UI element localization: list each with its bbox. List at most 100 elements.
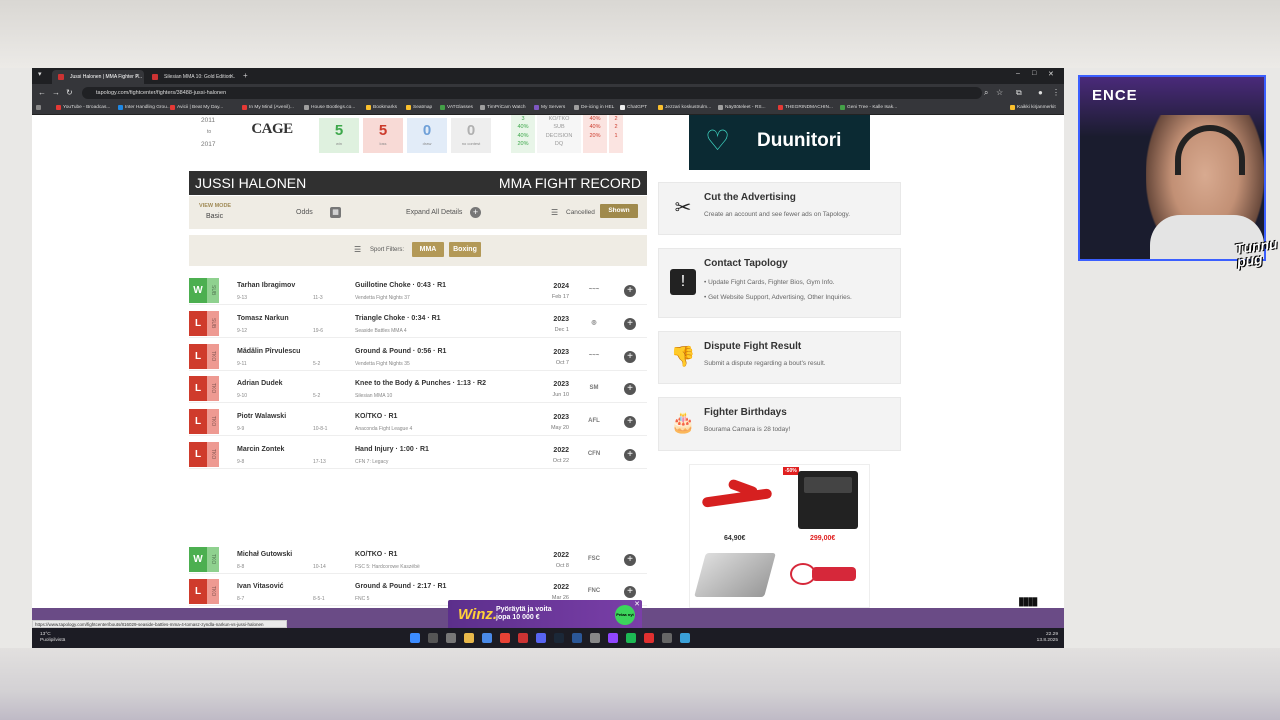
event-link[interactable]: Vendetta Fight Nights 35 [355, 361, 410, 367]
bookmark-geni-tree[interactable]: Geni Tree - Kalle Isak... [840, 105, 897, 110]
bookmark-jezzari[interactable]: Jezzari koskustrulm... [658, 105, 711, 110]
dispute-result-card[interactable]: 👎 Dispute Fight Result Submit a dispute … [658, 331, 901, 384]
bookmark-chatgpt[interactable]: ChatGPT [620, 105, 647, 110]
fight-result-link[interactable]: Guillotine Choke · 0:43 · R1 [355, 282, 446, 289]
promotion-logo-icon[interactable]: FNC [585, 583, 603, 599]
pipe-cutter-image[interactable] [698, 478, 776, 517]
promotion-logo-icon[interactable]: ~~~ [585, 348, 603, 364]
event-link[interactable]: Anaconda Fight League 4 [355, 426, 412, 432]
fight-row[interactable]: L TKO Adrian Dudek 9-10 5-2 Knee to the … [189, 374, 647, 403]
task-view-icon[interactable] [446, 633, 456, 643]
opponent-link[interactable]: Adrian Dudek [237, 380, 283, 387]
minimize-icon[interactable]: – [1016, 70, 1020, 77]
shop-ad[interactable]: -50% 64,90€ 299,00€ [689, 464, 870, 608]
duunitori-ad[interactable]: ♡ Duunitori [689, 115, 870, 170]
expand-plus-icon[interactable]: + [470, 207, 481, 218]
expand-fight-icon[interactable]: + [624, 449, 636, 461]
promotion-logo-icon[interactable]: AFL [585, 413, 603, 429]
system-clock[interactable]: 22.29 13.8.2025 [1037, 632, 1058, 643]
chrome-icon[interactable] [500, 633, 510, 643]
card-title[interactable]: Fighter Birthdays [704, 407, 787, 418]
opponent-link[interactable]: Michał Gutowski [237, 551, 292, 558]
fight-result-link[interactable]: Triangle Choke · 0:34 · R1 [355, 315, 441, 322]
app-icon[interactable] [590, 633, 600, 643]
promotion-logo-icon[interactable]: SM [585, 380, 603, 396]
event-link[interactable]: Seaside Battles MMA 4 [355, 328, 407, 334]
expand-fight-icon[interactable]: + [624, 383, 636, 395]
back-icon[interactable]: ← [38, 88, 46, 97]
all-bookmarks-folder[interactable]: Kaikki kirjanmerkit [1010, 105, 1056, 110]
file-explorer-icon[interactable] [464, 633, 474, 643]
sport-filter-boxing[interactable]: Boxing [449, 242, 481, 257]
close-window-icon[interactable]: ✕ [1048, 70, 1054, 78]
start-menu-icon[interactable] [410, 633, 420, 643]
fight-result-link[interactable]: Hand Injury · 1:00 · R1 [355, 446, 429, 453]
weather-widget[interactable]: 13°C Puolipilvistä [40, 632, 65, 643]
opponent-link[interactable]: Piotr Walawski [237, 413, 286, 420]
url-input[interactable]: tapology.com/fightcenter/fighters/38488-… [82, 87, 982, 99]
app-icon[interactable] [680, 633, 690, 643]
view-mode-select[interactable]: Basic [206, 213, 223, 220]
fight-result-link[interactable]: Knee to the Body & Punches · 1:13 · R2 [355, 380, 486, 387]
event-link[interactable]: Silesian MMA 10 [355, 393, 392, 399]
event-link[interactable]: Vendetta Fight Nights 37 [355, 295, 410, 301]
expand-fight-icon[interactable]: + [624, 586, 636, 598]
reload-icon[interactable]: ↻ [66, 88, 73, 97]
card-title[interactable]: Dispute Fight Result [704, 341, 801, 352]
expand-fight-icon[interactable]: + [624, 351, 636, 363]
opponent-link[interactable]: Marcin Zontek [237, 446, 284, 453]
contact-tapology-card[interactable]: ! Contact Tapology • Update Fight Cards,… [658, 248, 901, 318]
promotion-logo-icon[interactable]: ~~~ [585, 282, 603, 298]
bookmark-house-bootlegs[interactable]: House Bootlegs.co... [304, 105, 355, 110]
profile-avatar-icon[interactable]: ● [1038, 88, 1043, 97]
cancelled-shown-button[interactable]: Shown [600, 204, 638, 218]
menu-icon[interactable]: ⋮ [1052, 88, 1060, 97]
bookmark-seatmap[interactable]: Seatmap [406, 105, 432, 110]
winz-popup-ad[interactable]: Winz. Pyöräytä ja voita jopa 10 000 € Pe… [448, 600, 642, 630]
close-tab-icon[interactable]: ✕ [229, 73, 234, 80]
fight-result-link[interactable]: Ground & Pound · 0:56 · R1 [355, 348, 446, 355]
fight-row[interactable]: W SUB Tarhan Ibragimov 9-13 11-3 Guillot… [189, 276, 647, 305]
expand-all-details-link[interactable]: Expand All Details [406, 209, 462, 216]
sport-filter-mma[interactable]: MMA [412, 242, 444, 257]
winz-play-button[interactable]: Pelaa nyt [615, 605, 635, 625]
forward-icon[interactable]: → [52, 88, 60, 97]
new-tab-icon[interactable]: + [243, 71, 248, 80]
ramp-image[interactable] [694, 553, 776, 597]
opponent-link[interactable]: Mădălin Pîrvulescu [237, 348, 300, 355]
expand-fight-icon[interactable]: + [624, 416, 636, 428]
fight-result-link[interactable]: KO/TKO · R1 [355, 413, 397, 420]
promotion-logo-icon[interactable]: CFN [585, 446, 603, 462]
fighter-birthdays-card[interactable]: 🎂 Fighter Birthdays Bourama Camara is 28… [658, 397, 901, 451]
discord-icon[interactable] [536, 633, 546, 643]
fight-result-link[interactable]: Ground & Pound · 2:17 · R1 [355, 583, 446, 590]
app-icon[interactable] [572, 633, 582, 643]
card-title[interactable]: Cut the Advertising [704, 192, 796, 203]
settings-gear-icon[interactable] [662, 633, 672, 643]
expand-fight-icon[interactable]: + [624, 285, 636, 297]
event-link[interactable]: FSC 5: Hardcorowe Kaszëbë [355, 564, 420, 570]
promotion-logo-icon[interactable]: ◎ [585, 315, 603, 331]
odds-toggle[interactable]: Odds [296, 209, 313, 216]
event-link[interactable]: CFN 7: Legacy [355, 459, 388, 465]
bookmark-avicii[interactable]: Avicii | Beat My Day... [170, 105, 223, 110]
tab-jussi-halonen[interactable]: Jussi Halonen | MMA Fighter P... ✕ [52, 70, 144, 84]
twitch-icon[interactable] [608, 633, 618, 643]
cut-advertising-card[interactable]: ✂ Cut the Advertising Create an account … [658, 182, 901, 235]
bookmark-nayttoteleet[interactable]: Näyttöteleet - RS... [718, 105, 766, 110]
bookmark-star-icon[interactable]: ☆ [996, 88, 1003, 97]
bookmark-my-servers[interactable]: My Servers [534, 105, 565, 110]
bookmark-thegrindmachine[interactable]: THEGRINDMACHIN... [778, 105, 833, 110]
tab-search-icon[interactable]: ▾ [38, 70, 42, 78]
steam-icon[interactable] [554, 633, 564, 643]
app-icon[interactable] [518, 633, 528, 643]
promotion-logo-icon[interactable]: FSC [585, 551, 603, 567]
zoom-icon[interactable]: ⌕ [984, 88, 988, 98]
odds-grid-icon[interactable]: ▦ [330, 207, 341, 218]
bookmark-de-icing[interactable]: De-icing in HEL [574, 105, 614, 110]
tab-silesian-mma[interactable]: Silesian MMA 10: Gold Edition... ✕ [146, 70, 238, 84]
close-tab-icon[interactable]: ✕ [135, 73, 140, 80]
store-icon[interactable] [482, 633, 492, 643]
bookmark-vatglasses[interactable]: VATGlasses [440, 105, 473, 110]
grid-tiles-icon[interactable]: ▮▮▮▮ [1018, 594, 1038, 608]
